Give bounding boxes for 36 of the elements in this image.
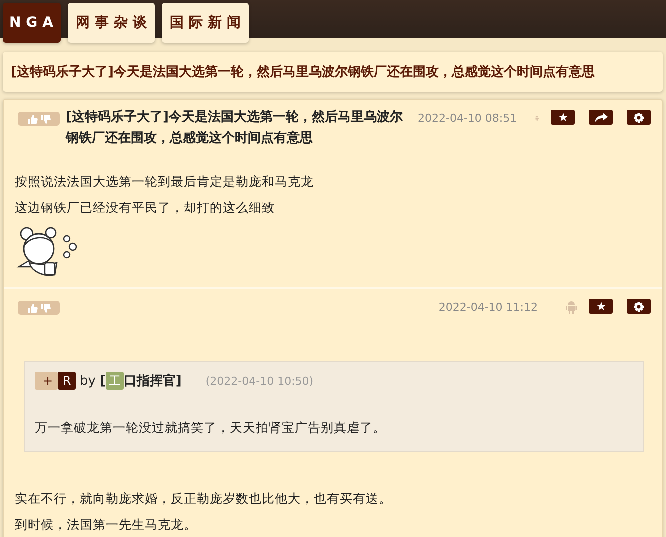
by-label: by <box>80 374 96 388</box>
favorite-button[interactable] <box>589 299 613 314</box>
thumbs-up-icon[interactable] <box>28 304 38 312</box>
settings-button[interactable] <box>627 299 651 314</box>
quote-time: (2022-04-10 10:50) <box>206 374 314 388</box>
thumbs-up-icon[interactable] <box>28 114 38 124</box>
star-icon <box>558 113 568 122</box>
vote-buttons[interactable] <box>18 112 60 126</box>
plus-badge[interactable]: + <box>35 372 58 390</box>
share-arrow-icon <box>594 112 608 122</box>
reply-badge[interactable]: R <box>58 372 76 390</box>
site-logo[interactable]: NGA <box>3 3 61 43</box>
post-paragraph: 这边钢铁厂已经没有平民了，却打的这么细致 <box>15 199 276 217</box>
user-badge: 工 <box>106 372 124 390</box>
settings-icon <box>634 112 644 122</box>
thumbs-down-icon[interactable] <box>40 114 50 124</box>
quote-text: 万一拿破龙第一轮没过就搞笑了，天天拍肾宝广告别真虐了。 <box>35 420 387 437</box>
android-icon <box>566 301 577 314</box>
forum-tab[interactable]: 国际新闻 <box>162 3 249 43</box>
post-paragraph: 到时候，法国第一先生马克龙。 <box>15 516 198 534</box>
settings-button[interactable] <box>627 110 651 125</box>
user-name[interactable]: 口指挥官] <box>124 372 182 390</box>
forum-tab[interactable]: 网事杂谈 <box>68 3 155 43</box>
post-time: 2022-04-10 11:12 <box>438 301 538 314</box>
post-paragraph: 实在不行，就向勒庞求婚，反正勒庞岁数也比他大，也有买有送。 <box>15 490 393 508</box>
share-button[interactable] <box>589 110 613 125</box>
settings-icon <box>634 302 644 312</box>
post-time: 2022-04-10 08:51 <box>418 112 518 125</box>
post-title: [这特码乐子大了]今天是法国大选第一轮，然后马里乌波尔钢铁厂还在围攻，总感觉这个时间点有意思 <box>66 108 404 148</box>
vote-buttons[interactable] <box>18 301 60 315</box>
thread-title: [这特码乐子大了]今天是法国大选第一轮，然后马里乌波尔钢铁厂还在围攻，总感觉这个时间点有意思 <box>3 52 663 92</box>
favorite-button[interactable] <box>551 110 575 125</box>
star-icon <box>596 302 606 311</box>
thumbs-down-icon[interactable] <box>40 304 50 312</box>
bracket: [ <box>100 374 106 388</box>
post-paragraph: 按照说法法国大选第一轮到最后肯定是勒庞和马克龙 <box>15 173 315 191</box>
